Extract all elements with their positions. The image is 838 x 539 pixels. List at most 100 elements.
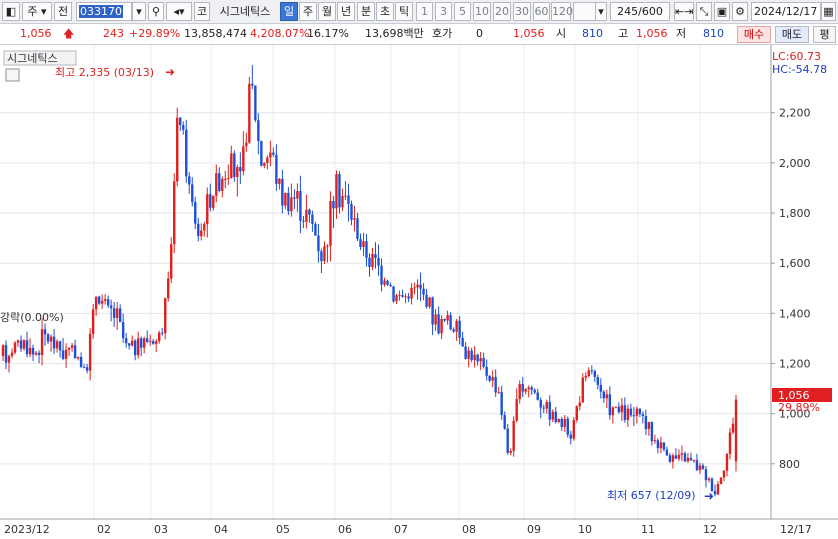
candle-body xyxy=(326,245,329,247)
interval-dropdown-icon[interactable]: ▾ xyxy=(595,2,607,21)
candle-body xyxy=(37,352,41,356)
market-select[interactable]: 주 ▾ xyxy=(22,2,52,21)
eval-button[interactable]: 평 xyxy=(813,26,836,43)
interval-20[interactable]: 20 xyxy=(493,2,511,21)
period-second[interactable]: 초 xyxy=(376,2,394,21)
candle-body xyxy=(380,265,383,285)
volume: 13,858,474 xyxy=(184,27,247,40)
candle-body xyxy=(149,341,152,343)
candle-body xyxy=(257,120,260,142)
candle-body xyxy=(233,153,236,177)
calendar-icon[interactable]: ▦ xyxy=(821,2,836,21)
exchange-button[interactable]: 코 xyxy=(194,2,210,21)
prev-button[interactable]: 전 xyxy=(54,2,72,21)
zoom-icon[interactable]: ⇤⇥ xyxy=(674,2,694,21)
draw-tool-icon[interactable]: ⤡ xyxy=(696,2,712,21)
candle-body xyxy=(106,299,110,306)
candle-body xyxy=(401,295,404,297)
candle-body xyxy=(103,299,107,301)
candle-body xyxy=(560,418,563,427)
candle-body xyxy=(239,167,242,172)
candle-body xyxy=(182,125,185,130)
candle-body xyxy=(725,453,729,471)
candle-body xyxy=(4,345,8,363)
candle-body xyxy=(629,408,633,416)
candle-body xyxy=(488,375,491,381)
candle-body xyxy=(299,191,302,221)
candle-body xyxy=(530,387,533,390)
candle-body xyxy=(25,340,29,355)
candle-body xyxy=(296,191,299,199)
period-month[interactable]: 월 xyxy=(318,2,336,21)
x-tick-label: 07 xyxy=(394,523,408,536)
y-tick-label: 2,000 xyxy=(779,157,811,170)
period-minute[interactable]: 분 xyxy=(357,2,375,21)
candle-body xyxy=(554,411,557,422)
candle-body xyxy=(91,309,95,334)
candle-body xyxy=(686,457,690,462)
layout-icon[interactable]: ◧ xyxy=(2,2,20,21)
candle-body xyxy=(548,402,551,420)
candle-body xyxy=(287,192,290,212)
candle-body xyxy=(284,192,287,206)
candle-body xyxy=(446,315,449,321)
code-dropdown-icon[interactable]: ▾ xyxy=(132,2,146,21)
buy-button[interactable]: 매수 xyxy=(737,26,771,43)
candle-body xyxy=(500,392,503,415)
candle-body xyxy=(19,340,23,349)
table-icon[interactable] xyxy=(5,68,20,82)
candle-body xyxy=(176,117,179,182)
gear-icon[interactable]: ⚙ xyxy=(732,2,748,21)
chart-svg[interactable]: 시그네틱스 최고 2,335 (03/13) ➜ 최저 657 (12/09) … xyxy=(0,45,838,539)
candle-body xyxy=(31,347,35,355)
candle-body xyxy=(368,257,371,268)
interval-120[interactable]: 120 xyxy=(551,2,573,21)
period-year[interactable]: 년 xyxy=(337,2,355,21)
candle-body xyxy=(575,406,578,421)
sound-icon[interactable]: ◂▾ xyxy=(166,2,192,21)
candle-body xyxy=(317,235,320,252)
candle-body xyxy=(395,295,398,302)
period-week[interactable]: 주 xyxy=(299,2,317,21)
candle-body xyxy=(308,209,311,215)
interval-5[interactable]: 5 xyxy=(454,2,471,21)
interval-60[interactable]: 60 xyxy=(533,2,550,21)
stock-code-input[interactable]: 033170 xyxy=(76,2,132,21)
x-tick-label: 02 xyxy=(97,523,111,536)
volume-ratio: 4,208.07% xyxy=(250,27,310,40)
interval-3[interactable]: 3 xyxy=(435,2,452,21)
candle-body xyxy=(136,338,140,356)
candle-body xyxy=(227,177,230,179)
candle-count[interactable]: 245/600 xyxy=(610,2,670,21)
candle-body xyxy=(353,218,356,220)
candle-body xyxy=(170,244,173,279)
candle-body xyxy=(593,371,597,378)
candle-body xyxy=(97,296,101,304)
candle-body xyxy=(55,341,59,349)
sell-button[interactable]: 매도 xyxy=(775,26,809,43)
price-change-pct: +29.89% xyxy=(129,27,181,40)
price-chart[interactable]: 시그네틱스 최고 2,335 (03/13) ➜ 최저 657 (12/09) … xyxy=(0,45,838,539)
candle-body xyxy=(680,453,684,455)
candle-body xyxy=(164,298,167,334)
candle-body xyxy=(617,406,621,413)
candle-body xyxy=(350,204,353,220)
market-label: 주 xyxy=(27,5,38,18)
period-day[interactable]: 일 xyxy=(280,2,298,21)
date-input[interactable]: 2024/12/17 xyxy=(751,2,821,21)
hc-label: HC:-54.78 xyxy=(772,63,827,76)
x-tick-label: 12 xyxy=(703,523,717,536)
search-icon[interactable]: ⚲ xyxy=(148,2,164,21)
save-icon[interactable]: ▣ xyxy=(714,2,730,21)
candle-body xyxy=(620,405,624,413)
candle-body xyxy=(266,157,269,163)
candle-body xyxy=(167,278,170,299)
candle-body xyxy=(587,370,590,377)
candle-body xyxy=(22,340,26,349)
interval-1[interactable]: 1 xyxy=(416,2,433,21)
period-tick[interactable]: 틱 xyxy=(395,2,413,21)
interval-10[interactable]: 10 xyxy=(473,2,491,21)
interval-30[interactable]: 30 xyxy=(513,2,531,21)
candle-body xyxy=(602,391,606,399)
candle-body xyxy=(410,288,413,299)
